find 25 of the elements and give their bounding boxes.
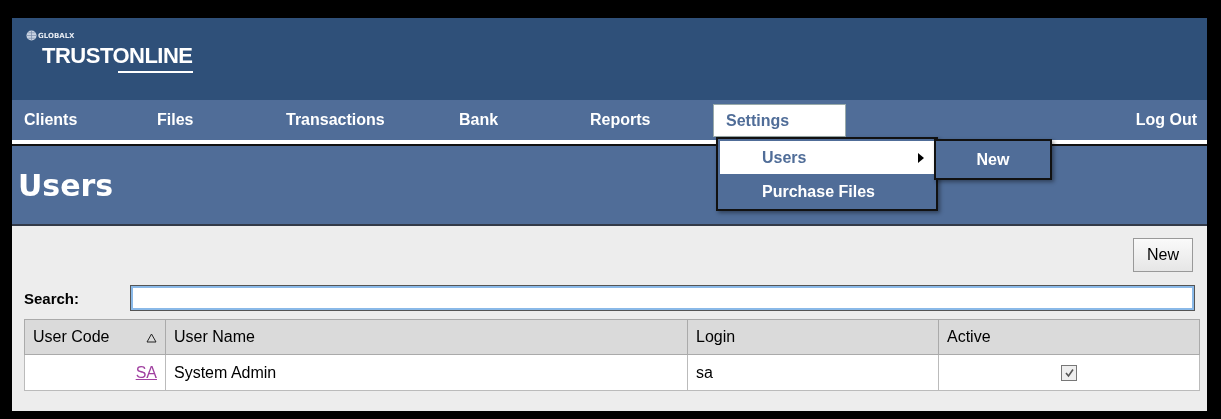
column-header[interactable]: Active — [938, 319, 1200, 355]
new-button[interactable]: New — [1133, 238, 1193, 272]
nav-tab[interactable]: Transactions — [274, 100, 447, 140]
nav-tab[interactable]: Clients — [12, 100, 145, 140]
search-field[interactable] — [130, 285, 1195, 311]
menu-item[interactable]: Users — [720, 141, 934, 174]
page-title: Users — [18, 167, 114, 203]
column-header[interactable]: User Name — [165, 319, 688, 355]
nav-tab[interactable]: Settings — [713, 104, 846, 137]
menu-item[interactable]: New — [936, 141, 1050, 178]
menu-item[interactable]: Purchase Files — [718, 174, 936, 209]
logout-link[interactable]: Log Out — [1123, 100, 1207, 140]
table-cell: System Admin — [165, 354, 688, 391]
column-header[interactable]: Login — [687, 319, 939, 355]
nav-tab[interactable]: Bank — [447, 100, 578, 140]
globe-icon — [26, 30, 37, 41]
column-header[interactable]: User Code — [24, 319, 166, 355]
nav-tab[interactable]: Reports — [578, 100, 713, 140]
checkmark-icon — [1063, 368, 1075, 379]
nav-tab[interactable]: Files — [145, 100, 274, 140]
user-code-link[interactable]: SA — [135, 363, 157, 381]
sort-ascending-icon — [146, 333, 157, 343]
table-cell: sa — [687, 354, 939, 391]
active-checkbox[interactable] — [1061, 365, 1077, 382]
search-label: Search: — [24, 289, 81, 307]
